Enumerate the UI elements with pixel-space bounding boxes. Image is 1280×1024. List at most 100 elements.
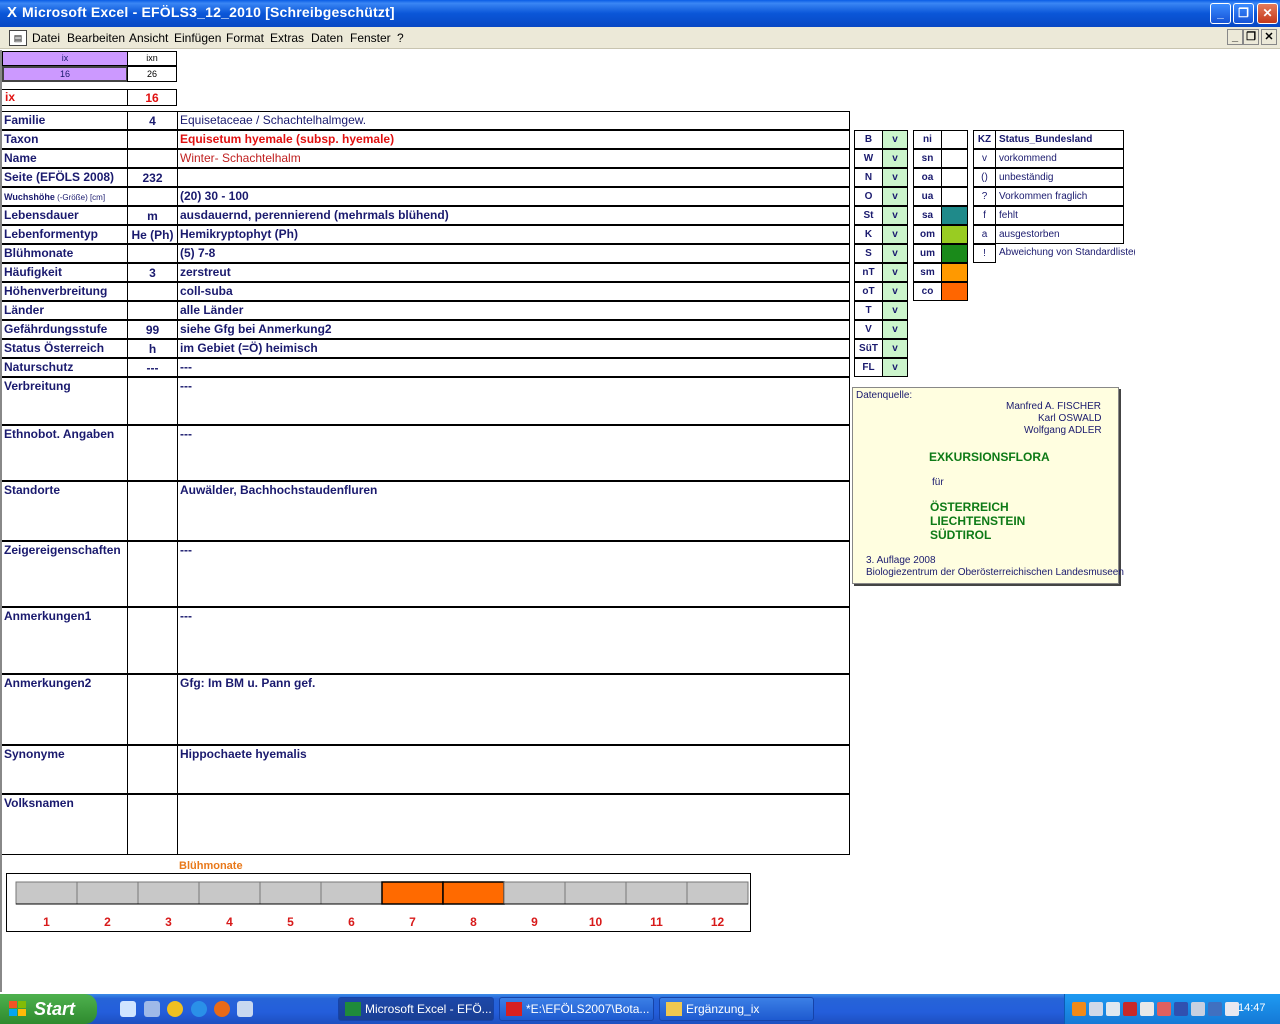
state-value[interactable]: v	[882, 130, 908, 149]
row-code[interactable]	[127, 301, 178, 320]
row-code[interactable]: He (Ph)	[127, 225, 178, 244]
ix-value-cell[interactable]: 16	[2, 66, 128, 82]
row-label[interactable]: Gefährdungsstufe	[2, 320, 128, 339]
state-value[interactable]: v	[882, 225, 908, 244]
row-text[interactable]: alle Länder	[177, 301, 850, 320]
row-label[interactable]: Seite (EFÖLS 2008)	[2, 168, 128, 187]
taskbar-button[interactable]: Microsoft Excel - EFÖ...	[338, 997, 494, 1021]
row-label[interactable]: Standorte	[2, 481, 128, 541]
row-text[interactable]: ---	[177, 377, 850, 425]
row-text[interactable]: Hemikryptophyt (Ph)	[177, 225, 850, 244]
state-value[interactable]: v	[882, 320, 908, 339]
row-code[interactable]	[127, 130, 178, 149]
state-value[interactable]: v	[882, 301, 908, 320]
row-code[interactable]: ---	[127, 358, 178, 377]
state-value[interactable]: v	[882, 244, 908, 263]
row-label[interactable]: Häufigkeit	[2, 263, 128, 282]
state-value[interactable]: v	[882, 358, 908, 377]
row-code[interactable]	[127, 149, 178, 168]
row-code[interactable]	[127, 541, 178, 607]
row-code[interactable]	[127, 377, 178, 425]
row-code[interactable]	[127, 425, 178, 481]
row-text[interactable]	[177, 794, 850, 855]
internet-explorer-icon[interactable]	[191, 1001, 207, 1017]
state-value[interactable]: v	[882, 206, 908, 225]
row-label[interactable]: Lebensdauer	[2, 206, 128, 225]
row-code[interactable]	[127, 244, 178, 263]
row-label[interactable]: Höhenverbreitung	[2, 282, 128, 301]
menu-bearbeiten[interactable]: Bearbeiten	[67, 31, 125, 45]
tray-icon[interactable]	[1106, 1002, 1120, 1016]
row-text[interactable]: zerstreut	[177, 263, 850, 282]
row-label[interactable]: Ethnobot. Angaben	[2, 425, 128, 481]
menu-ansicht[interactable]: Ansicht	[129, 31, 168, 45]
tray-icon[interactable]	[1225, 1002, 1239, 1016]
row-text[interactable]: Equisetaceae / Schachtelhalmgew.	[177, 111, 850, 130]
row-code[interactable]: 99	[127, 320, 178, 339]
tray-icon[interactable]	[1140, 1002, 1154, 1016]
row-label[interactable]: Zeigereigenschaften	[2, 541, 128, 607]
state-value[interactable]: v	[882, 339, 908, 358]
row-text[interactable]: coll-suba	[177, 282, 850, 301]
row-label[interactable]: Synonyme	[2, 745, 128, 794]
quicklaunch-icon-6[interactable]	[237, 1001, 253, 1017]
row-label[interactable]: Lebenformentyp	[2, 225, 128, 244]
row-code[interactable]	[127, 607, 178, 674]
close-button[interactable]: ✕	[1257, 3, 1278, 24]
row-label[interactable]: Blühmonate	[2, 244, 128, 263]
row-code[interactable]: 3	[127, 263, 178, 282]
row-text[interactable]: Gfg: Im BM u. Pann gef.	[177, 674, 850, 745]
row-code[interactable]	[127, 481, 178, 541]
mdi-minimize-button[interactable]: _	[1227, 29, 1243, 45]
row-text[interactable]: Winter- Schachtelhalm	[177, 149, 850, 168]
taskbar-button[interactable]: *E:\EFÖLS2007\Bota...	[499, 997, 654, 1021]
row-code[interactable]	[127, 282, 178, 301]
row-label[interactable]: Wuchshöhe (-Größe) [cm]	[2, 187, 128, 206]
row-label[interactable]: Verbreitung	[2, 377, 128, 425]
tray-icon[interactable]	[1208, 1002, 1222, 1016]
row-text[interactable]: im Gebiet (=Ö) heimisch	[177, 339, 850, 358]
quicklaunch-media-icon[interactable]	[167, 1001, 183, 1017]
row-code[interactable]: h	[127, 339, 178, 358]
ixn-value-cell[interactable]: 26	[127, 66, 177, 82]
state-value[interactable]: v	[882, 282, 908, 301]
row-label[interactable]: Anmerkungen1	[2, 607, 128, 674]
row-code[interactable]: m	[127, 206, 178, 225]
state-value[interactable]: v	[882, 263, 908, 282]
tray-icon[interactable]	[1174, 1002, 1188, 1016]
row-label[interactable]: Taxon	[2, 130, 128, 149]
tray-icon[interactable]	[1123, 1002, 1137, 1016]
row-code[interactable]: 232	[127, 168, 178, 187]
mdi-close-button[interactable]: ✕	[1261, 29, 1277, 45]
row-text[interactable]: ---	[177, 425, 850, 481]
menu-einfügen[interactable]: Einfügen	[174, 31, 221, 45]
menu-help[interactable]: ?	[397, 31, 404, 45]
row-text[interactable]: ---	[177, 358, 850, 377]
menu-fenster[interactable]: Fenster	[350, 31, 391, 45]
row-text[interactable]: (5) 7-8	[177, 244, 850, 263]
tray-icon[interactable]	[1157, 1002, 1171, 1016]
row-label[interactable]: Familie	[2, 111, 128, 130]
menu-extras[interactable]: Extras	[270, 31, 304, 45]
state-value[interactable]: v	[882, 149, 908, 168]
tray-icon[interactable]	[1191, 1002, 1205, 1016]
row-code[interactable]	[127, 187, 178, 206]
row-text[interactable]: Auwälder, Bachhochstaudenfluren	[177, 481, 850, 541]
state-value[interactable]: v	[882, 168, 908, 187]
menu-datei[interactable]: Datei	[32, 31, 60, 45]
row-text[interactable]: (20) 30 - 100	[177, 187, 850, 206]
tray-icon[interactable]	[1072, 1002, 1086, 1016]
workbook-icon[interactable]: ▤	[9, 30, 27, 46]
tray-icon[interactable]	[1089, 1002, 1103, 1016]
taskbar-button[interactable]: Ergänzung_ix	[659, 997, 814, 1021]
row-label[interactable]: Status Österreich	[2, 339, 128, 358]
menu-format[interactable]: Format	[226, 31, 264, 45]
row-label[interactable]: Volksnamen	[2, 794, 128, 855]
row-text[interactable]: Hippochaete hyemalis	[177, 745, 850, 794]
menu-daten[interactable]: Daten	[311, 31, 343, 45]
state-value[interactable]: v	[882, 187, 908, 206]
row-label[interactable]: Name	[2, 149, 128, 168]
restore-button[interactable]: ❐	[1233, 3, 1254, 24]
ix-value[interactable]: 16	[127, 89, 177, 106]
row-label[interactable]: Naturschutz	[2, 358, 128, 377]
